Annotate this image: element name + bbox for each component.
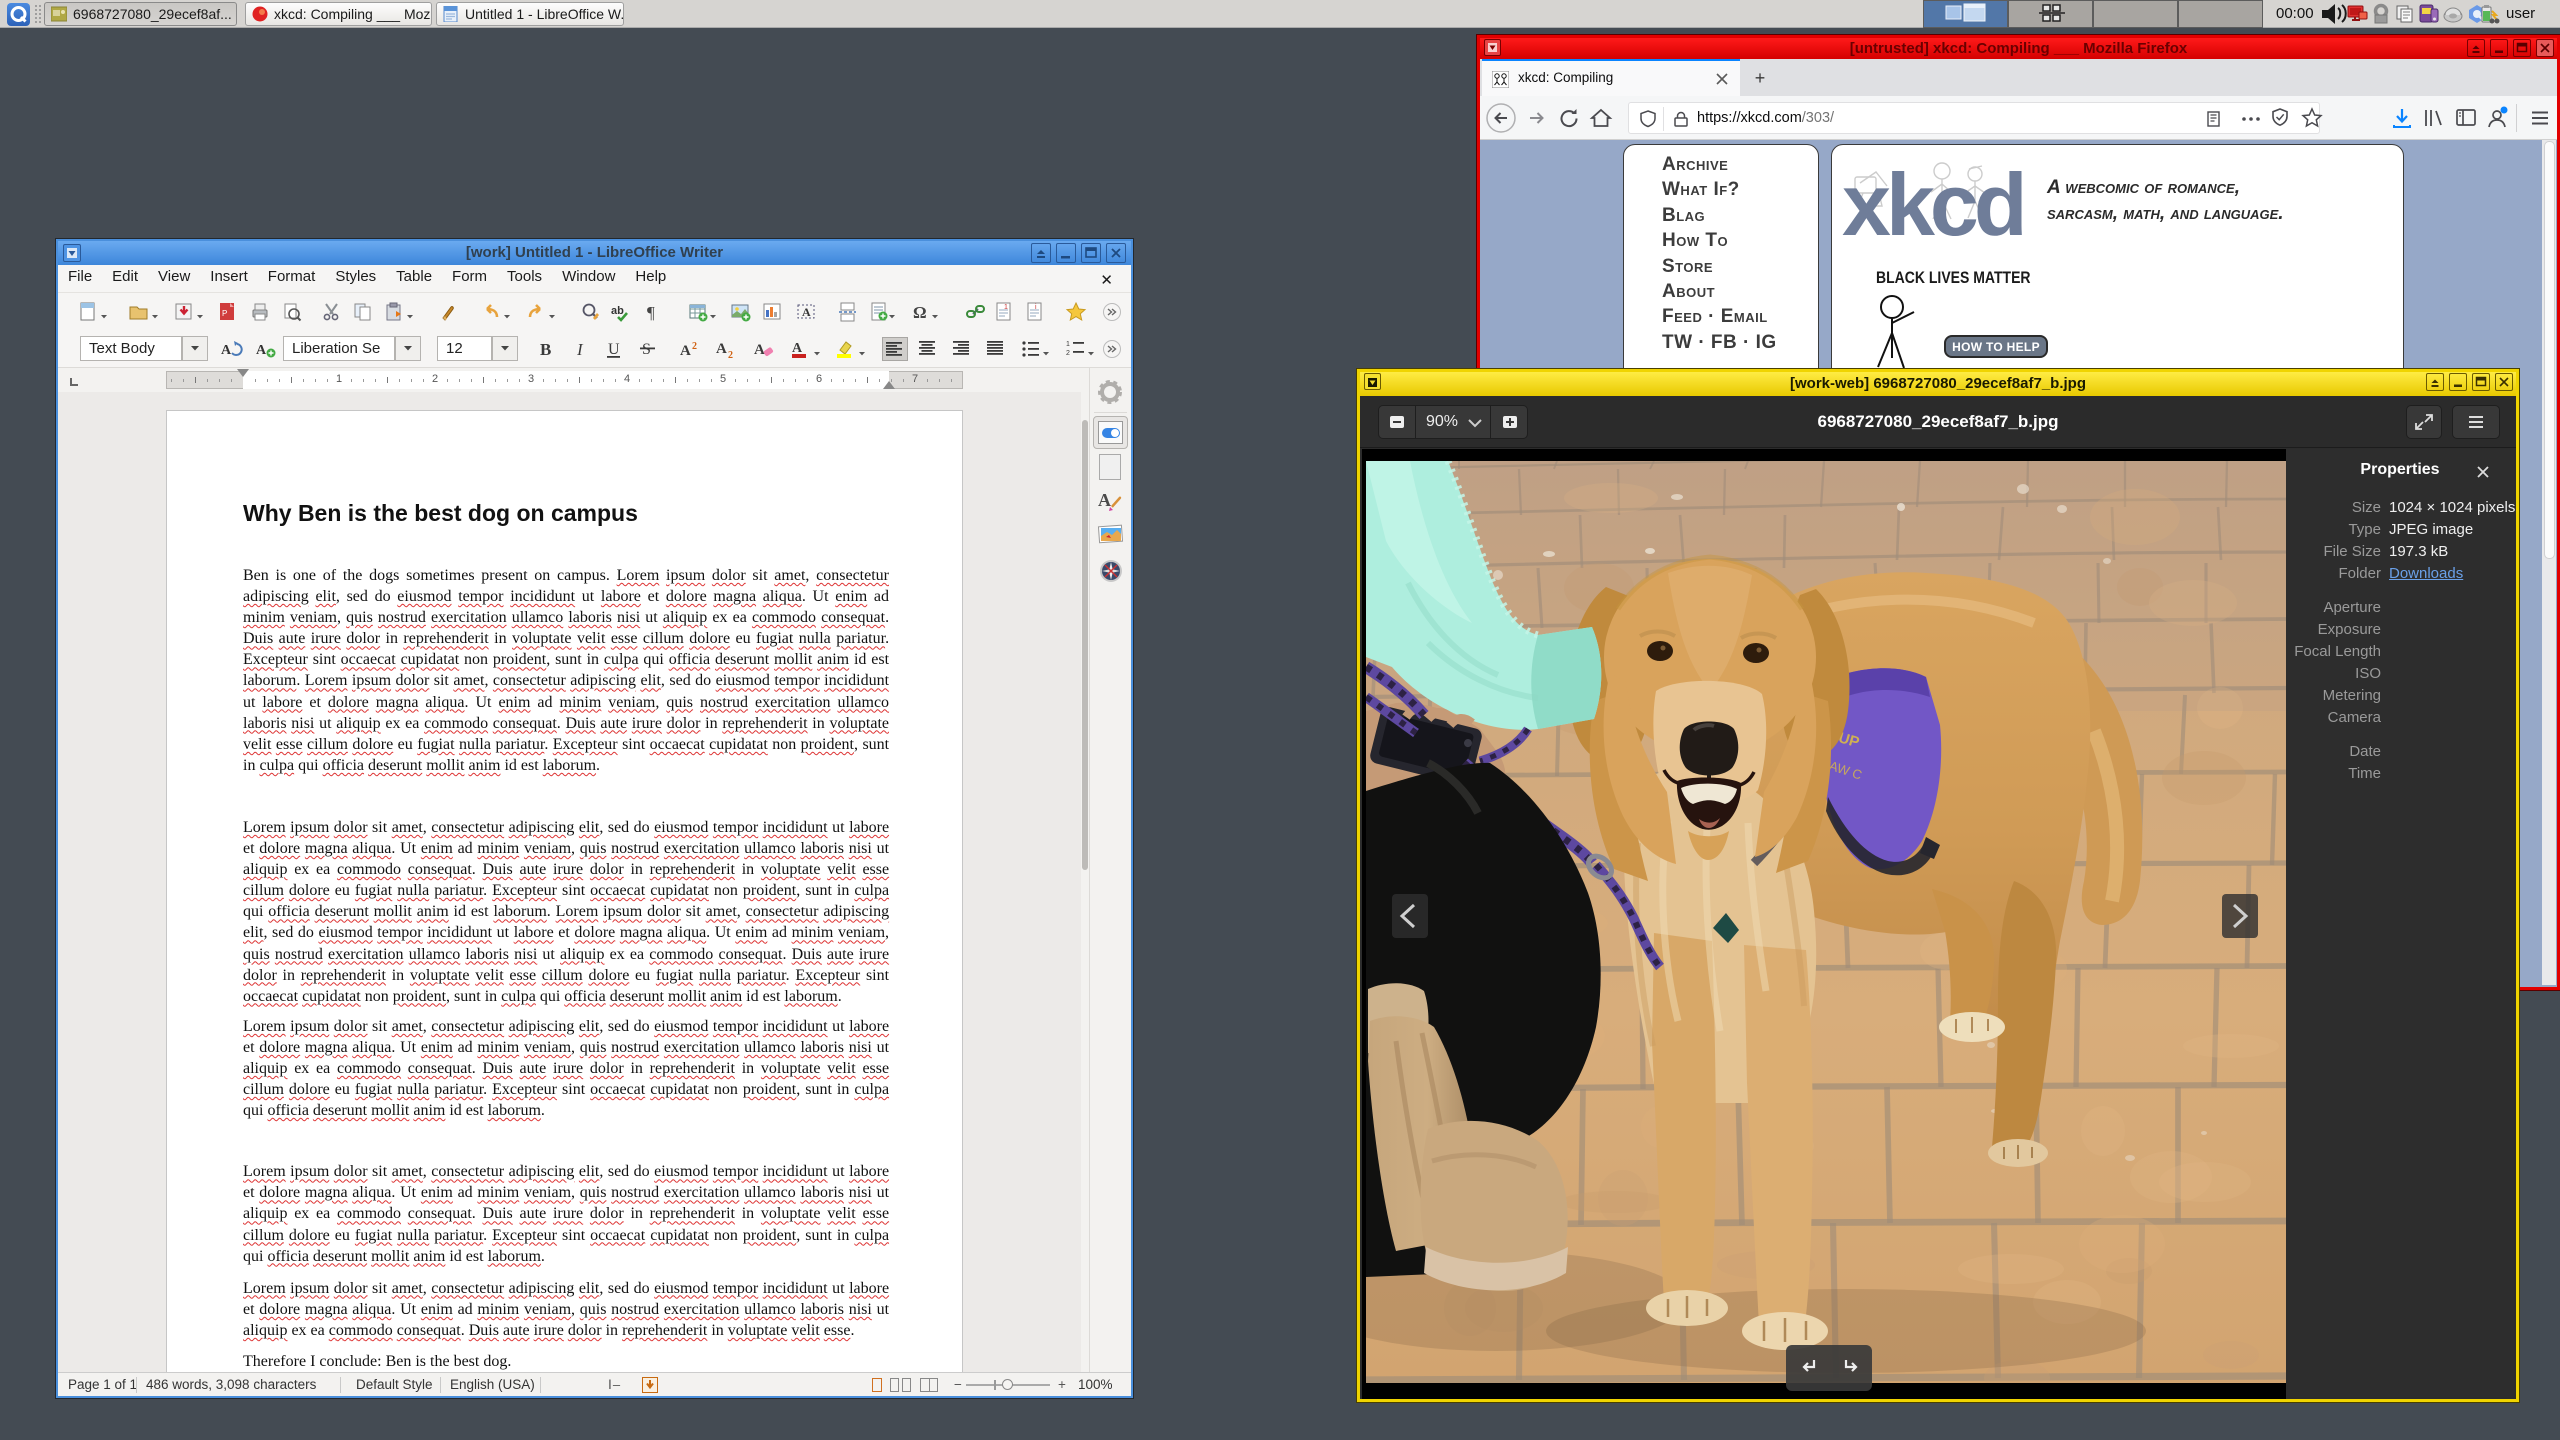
svg-text:2: 2 <box>728 350 733 360</box>
svg-text:S: S <box>642 341 651 358</box>
svg-text:A: A <box>802 305 811 319</box>
svg-text:¶: ¶ <box>647 303 655 322</box>
svg-text:1: 1 <box>1004 304 1008 311</box>
svg-text:B: B <box>540 340 551 359</box>
svg-text:A: A <box>716 341 727 357</box>
svg-text:A: A <box>792 341 803 356</box>
svg-text:Ω: Ω <box>913 303 927 322</box>
svg-text:A: A <box>256 343 267 358</box>
svg-text:1: 1 <box>1066 341 1070 348</box>
svg-text:ab: ab <box>611 305 624 317</box>
svg-text:A: A <box>1098 490 1111 510</box>
svg-text:A: A <box>680 343 691 359</box>
svg-text:2: 2 <box>692 341 697 352</box>
svg-text:A: A <box>754 342 765 358</box>
svg-text:2: 2 <box>1066 350 1070 357</box>
svg-text:xkcd: xkcd <box>1842 159 2023 254</box>
svg-text:P: P <box>222 309 227 318</box>
svg-text:I: I <box>576 340 584 359</box>
svg-text:A: A <box>221 343 232 358</box>
svg-text:U: U <box>608 341 620 358</box>
